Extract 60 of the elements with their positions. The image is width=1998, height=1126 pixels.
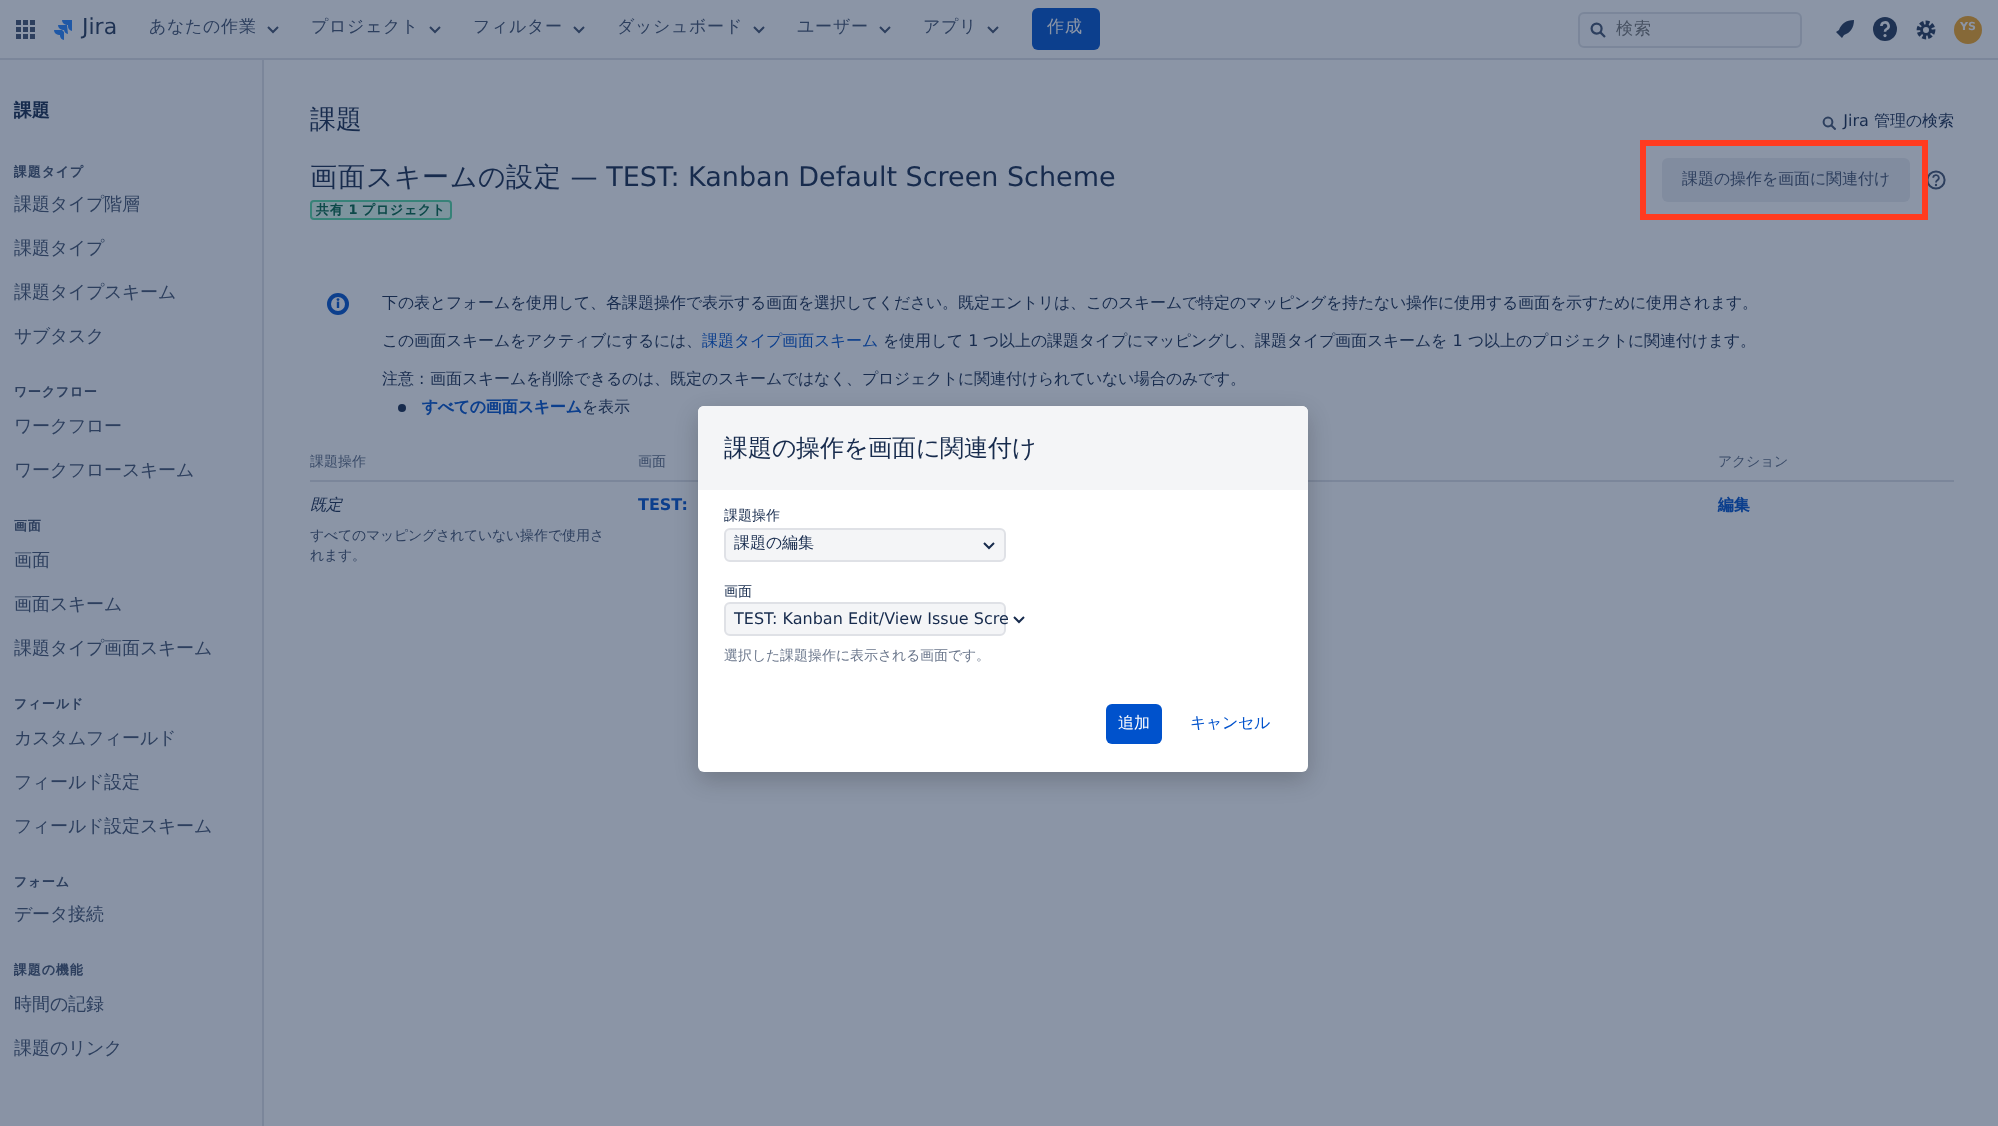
app-name: Jira — [82, 12, 118, 45]
bullet-icon — [398, 404, 406, 413]
search-icon — [1590, 21, 1606, 37]
chevron-down-icon — [877, 24, 892, 34]
screen-link[interactable]: TEST: — [638, 495, 688, 514]
bullet-text: すべての画面スキームを表示 — [422, 396, 630, 421]
search-icon — [1821, 115, 1836, 129]
chevron-down-icon — [571, 24, 586, 34]
sidebar-item[interactable]: 時間の記録 — [14, 996, 104, 1016]
all-schemes-link[interactable]: すべての画面スキーム — [422, 398, 582, 417]
nav-menu[interactable]: フィルター — [473, 16, 586, 42]
sidebar-item[interactable]: 課題のリンク — [14, 1040, 122, 1060]
chevron-down-icon — [265, 24, 280, 34]
sidebar-item[interactable]: 画面スキーム — [14, 595, 122, 616]
sidebar-item[interactable]: 課題タイプ — [14, 240, 104, 261]
info-paragraph: この画面スキームをアクティブにするには、課題タイプ画面スキーム を使用して 1 つ以上の課題タイプにマッピングし、課題タイプ画面スキームを 1 つ以上のプロジェクトに関連付けます。 — [382, 330, 1758, 355]
sidebar-item[interactable]: サブタスク — [14, 328, 104, 349]
chevron-down-icon — [427, 24, 442, 34]
associate-button[interactable]: 課題の操作を画面に関連付け — [1662, 157, 1910, 201]
info-paragraph: 下の表とフォームを使用して、各課題操作で表示する画面を選択してください。既定エントリは、このスキームで特定のマッピングを持たない操作に使用する画面を示すために使用されます。 — [382, 292, 1758, 317]
sidebar-item[interactable]: 画面 — [14, 551, 50, 572]
admin-search-link[interactable]: Jira 管理の検索 — [1821, 110, 1954, 134]
operation-name: 既定 — [310, 493, 345, 518]
sidebar-item[interactable]: フィールド設定スキーム — [14, 817, 212, 837]
info-paragraph: 注意 : 画面スキームを削除できるのは、既定のスキームではなく、プロジェクトに関連付けられていない場合のみです。 — [382, 368, 1248, 393]
sidebar-item[interactable]: フィールド設定 — [14, 773, 140, 793]
nav-menu[interactable]: ダッシュボード — [617, 16, 766, 42]
nav-menu[interactable]: ユーザー — [797, 16, 892, 42]
chevron-down-icon — [751, 24, 766, 34]
chevron-down-icon — [982, 539, 996, 549]
page-title: 課題 — [310, 104, 362, 140]
select-field[interactable]: 課題の編集 — [724, 527, 1006, 561]
sidebar-item[interactable]: データ接続 — [14, 906, 104, 927]
info-icon — [326, 292, 350, 317]
page-heading: 画面スキームの設定 — TEST: Kanban Default Screen Scheme — [310, 159, 1116, 197]
add-button[interactable]: 追加 — [1106, 703, 1162, 743]
nav-menu[interactable]: プロジェクト — [311, 16, 442, 42]
dialog-title: 課題の操作を画面に関連付け — [698, 406, 1308, 490]
sidebar-item[interactable]: ワークフロー — [14, 418, 122, 438]
help-icon[interactable] — [1926, 169, 1946, 189]
nav-menu[interactable]: あなたの作業 — [149, 16, 280, 42]
sidebar-title: 課題 — [14, 100, 52, 126]
chevron-down-icon — [985, 24, 1000, 34]
chevron-down-icon — [1012, 614, 1027, 624]
edit-link[interactable]: 編集 — [1718, 495, 1750, 514]
scheme-link[interactable]: 課題タイプ画面スキーム — [702, 332, 878, 351]
cancel-button[interactable]: キャンセル — [1178, 703, 1282, 743]
help-icon[interactable] — [1872, 16, 1898, 42]
logo-icon — [52, 18, 74, 40]
sidebar-item[interactable]: 課題タイプ階層 — [14, 196, 140, 217]
nav-menu[interactable]: アプリ — [923, 16, 1000, 42]
apps-grid-icon[interactable] — [16, 19, 36, 39]
rocket-icon[interactable] — [1834, 18, 1856, 40]
sidebar-item[interactable]: ワークフロースキーム — [14, 462, 194, 482]
search-field[interactable]: 検索 — [1578, 11, 1802, 47]
sidebar-item[interactable]: 課題タイプスキーム — [14, 284, 176, 305]
create-button[interactable]: 作成 — [1031, 8, 1100, 50]
sidebar-item[interactable]: カスタムフィールド — [14, 729, 176, 749]
settings-icon[interactable] — [1914, 17, 1938, 41]
sidebar-item[interactable]: 課題タイプ画面スキーム — [14, 639, 212, 660]
